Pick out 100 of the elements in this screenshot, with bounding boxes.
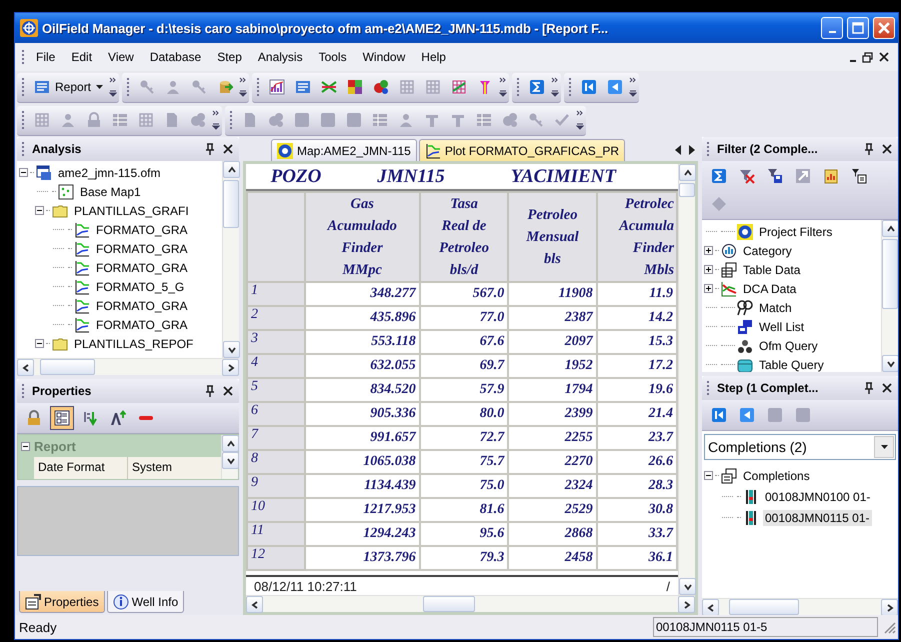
column-header: Petrolec Acumula Finder Mbls: [596, 192, 677, 282]
tree-item[interactable]: Category: [741, 242, 794, 258]
panel-title: Analysis: [32, 142, 82, 156]
table-cell: 75.7: [420, 450, 508, 474]
property-value[interactable]: System: [128, 457, 221, 479]
row-number: 5: [247, 378, 305, 402]
table-cell: 69.7: [420, 354, 508, 378]
report-heading: JMN115: [376, 166, 446, 188]
tree-item[interactable]: Well List: [757, 318, 806, 334]
column-header: Petroleo Mensual bls: [508, 192, 597, 282]
tree-item[interactable]: Base Map1: [78, 184, 143, 200]
table-cell: 553.118: [304, 330, 420, 354]
table-cell: 348.277: [304, 282, 420, 306]
tree-item[interactable]: PLANTILLAS_GRAFI: [72, 202, 191, 218]
panel-tab[interactable]: Well Info: [106, 591, 184, 613]
report-heading: POZO: [270, 166, 322, 188]
table-cell: 81.6: [420, 498, 508, 522]
tree-item[interactable]: FORMATO_GRA: [94, 298, 190, 314]
row-number: 2: [247, 306, 305, 330]
table-cell: 11908: [508, 282, 597, 306]
document-tab[interactable]: Map:AME2_JMN-115: [271, 139, 417, 161]
table-cell: 77.0: [420, 306, 508, 330]
table-cell: 1294.243: [304, 522, 420, 546]
table-cell: 905.336: [304, 402, 420, 426]
tree-item[interactable]: ame2_jmn-115.ofm: [56, 164, 162, 180]
table-cell: 567.0: [420, 282, 508, 306]
document-tab[interactable]: Plot FORMATO_GRAFICAS_PR: [418, 139, 626, 161]
table-cell: 57.9: [420, 378, 508, 402]
menu-item[interactable]: File: [28, 48, 64, 66]
menu-item[interactable]: Step: [209, 48, 250, 66]
menu-item[interactable]: Analysis: [250, 48, 311, 66]
row-number: 1: [247, 282, 305, 306]
table-cell: 2529: [508, 498, 597, 522]
table-cell: 80.0: [420, 402, 508, 426]
row-number: 6: [247, 402, 305, 426]
table-cell: 75.0: [420, 474, 508, 498]
window-title: OilField Manager - d:\tesis caro sabino\proyecto ofm am-e2\AME2_JMN-115.mdb - [Report F...: [42, 20, 610, 36]
menu-item[interactable]: Database: [142, 48, 210, 66]
tree-item[interactable]: FORMATO_GRA: [94, 222, 190, 238]
tree-item[interactable]: Project Filters: [757, 224, 834, 240]
table-cell: 2399: [508, 402, 597, 426]
tree-item[interactable]: FORMATO_GRA: [94, 316, 190, 332]
tree-item[interactable]: FORMATO_5_G: [94, 278, 186, 294]
panel-title: Step (1 Complet...: [717, 381, 820, 395]
dropdown-value: Completions (2): [707, 439, 808, 455]
report-heading: YACIMIENT: [510, 166, 616, 188]
table-cell: 67.6: [420, 330, 508, 354]
row-number: 7: [247, 426, 305, 450]
table-cell: 991.657: [304, 426, 420, 450]
row-number: 3: [247, 330, 305, 354]
column-header: Tasa Real de Petroleo bls/d: [420, 192, 508, 282]
table-cell: 2097: [508, 330, 597, 354]
tree-item[interactable]: Ofm Query: [757, 338, 820, 354]
status-message: Ready: [18, 620, 58, 634]
report-dropdown[interactable]: Report: [30, 75, 108, 99]
row-number: 4: [247, 354, 305, 378]
page-number: /: [666, 578, 670, 594]
table-cell: 834.520: [304, 378, 420, 402]
table-cell: 632.055: [304, 354, 420, 378]
status-pane: 00108JMN0115 01-5: [653, 617, 878, 637]
table-cell: 1217.953: [304, 498, 420, 522]
table-cell: 2255: [508, 426, 597, 450]
table-cell: 1952: [508, 354, 597, 378]
row-number: 11: [247, 522, 305, 546]
menu-item[interactable]: Help: [413, 48, 454, 66]
menu-item[interactable]: Window: [354, 48, 414, 66]
table-cell: 79.3: [420, 546, 508, 570]
tree-item[interactable]: FORMATO_GRA: [94, 240, 190, 256]
tree-item[interactable]: PLANTILLAS_REPOF: [72, 336, 196, 352]
menu-item[interactable]: Tools: [310, 48, 355, 66]
table-cell: 2868: [508, 522, 597, 546]
report-timestamp: 08/12/11 10:27:11: [254, 578, 357, 594]
row-number: 10: [247, 498, 305, 522]
tree-item[interactable]: FORMATO_GRA: [94, 260, 190, 276]
panel-tab[interactable]: Properties: [19, 591, 105, 613]
table-cell: 1134.439: [304, 474, 420, 498]
column-header: Gas Acumulado Finder MMpc: [304, 192, 420, 282]
row-number: 9: [247, 474, 305, 498]
table-cell: 72.7: [420, 426, 508, 450]
table-cell: 2458: [508, 546, 597, 570]
table-cell: 1794: [508, 378, 597, 402]
tree-item[interactable]: Completions: [741, 468, 812, 484]
completions-dropdown[interactable]: Completions (2): [704, 434, 896, 460]
menu-item[interactable]: View: [100, 48, 142, 66]
panel-title: Properties: [32, 384, 92, 398]
menu-item[interactable]: Edit: [63, 48, 100, 66]
table-cell: 2387: [508, 306, 597, 330]
table-cell: 95.6: [420, 522, 508, 546]
tree-item[interactable]: DCA Data: [741, 280, 798, 296]
tree-item[interactable]: 00108JMN0115 01-: [763, 510, 872, 526]
row-number: 12: [247, 546, 305, 570]
tree-item[interactable]: 00108JMN0100 01-: [763, 488, 872, 504]
table-cell: 1065.038: [304, 450, 420, 474]
table-cell: 2270: [508, 450, 597, 474]
tree-item[interactable]: Table Query: [757, 356, 826, 372]
tree-item[interactable]: Match: [757, 300, 794, 316]
panel-title: Filter (2 Comple...: [717, 142, 819, 156]
tree-item[interactable]: Table Data: [741, 262, 802, 278]
table-cell: 1373.796: [304, 546, 420, 570]
property-category: Report: [34, 438, 76, 454]
